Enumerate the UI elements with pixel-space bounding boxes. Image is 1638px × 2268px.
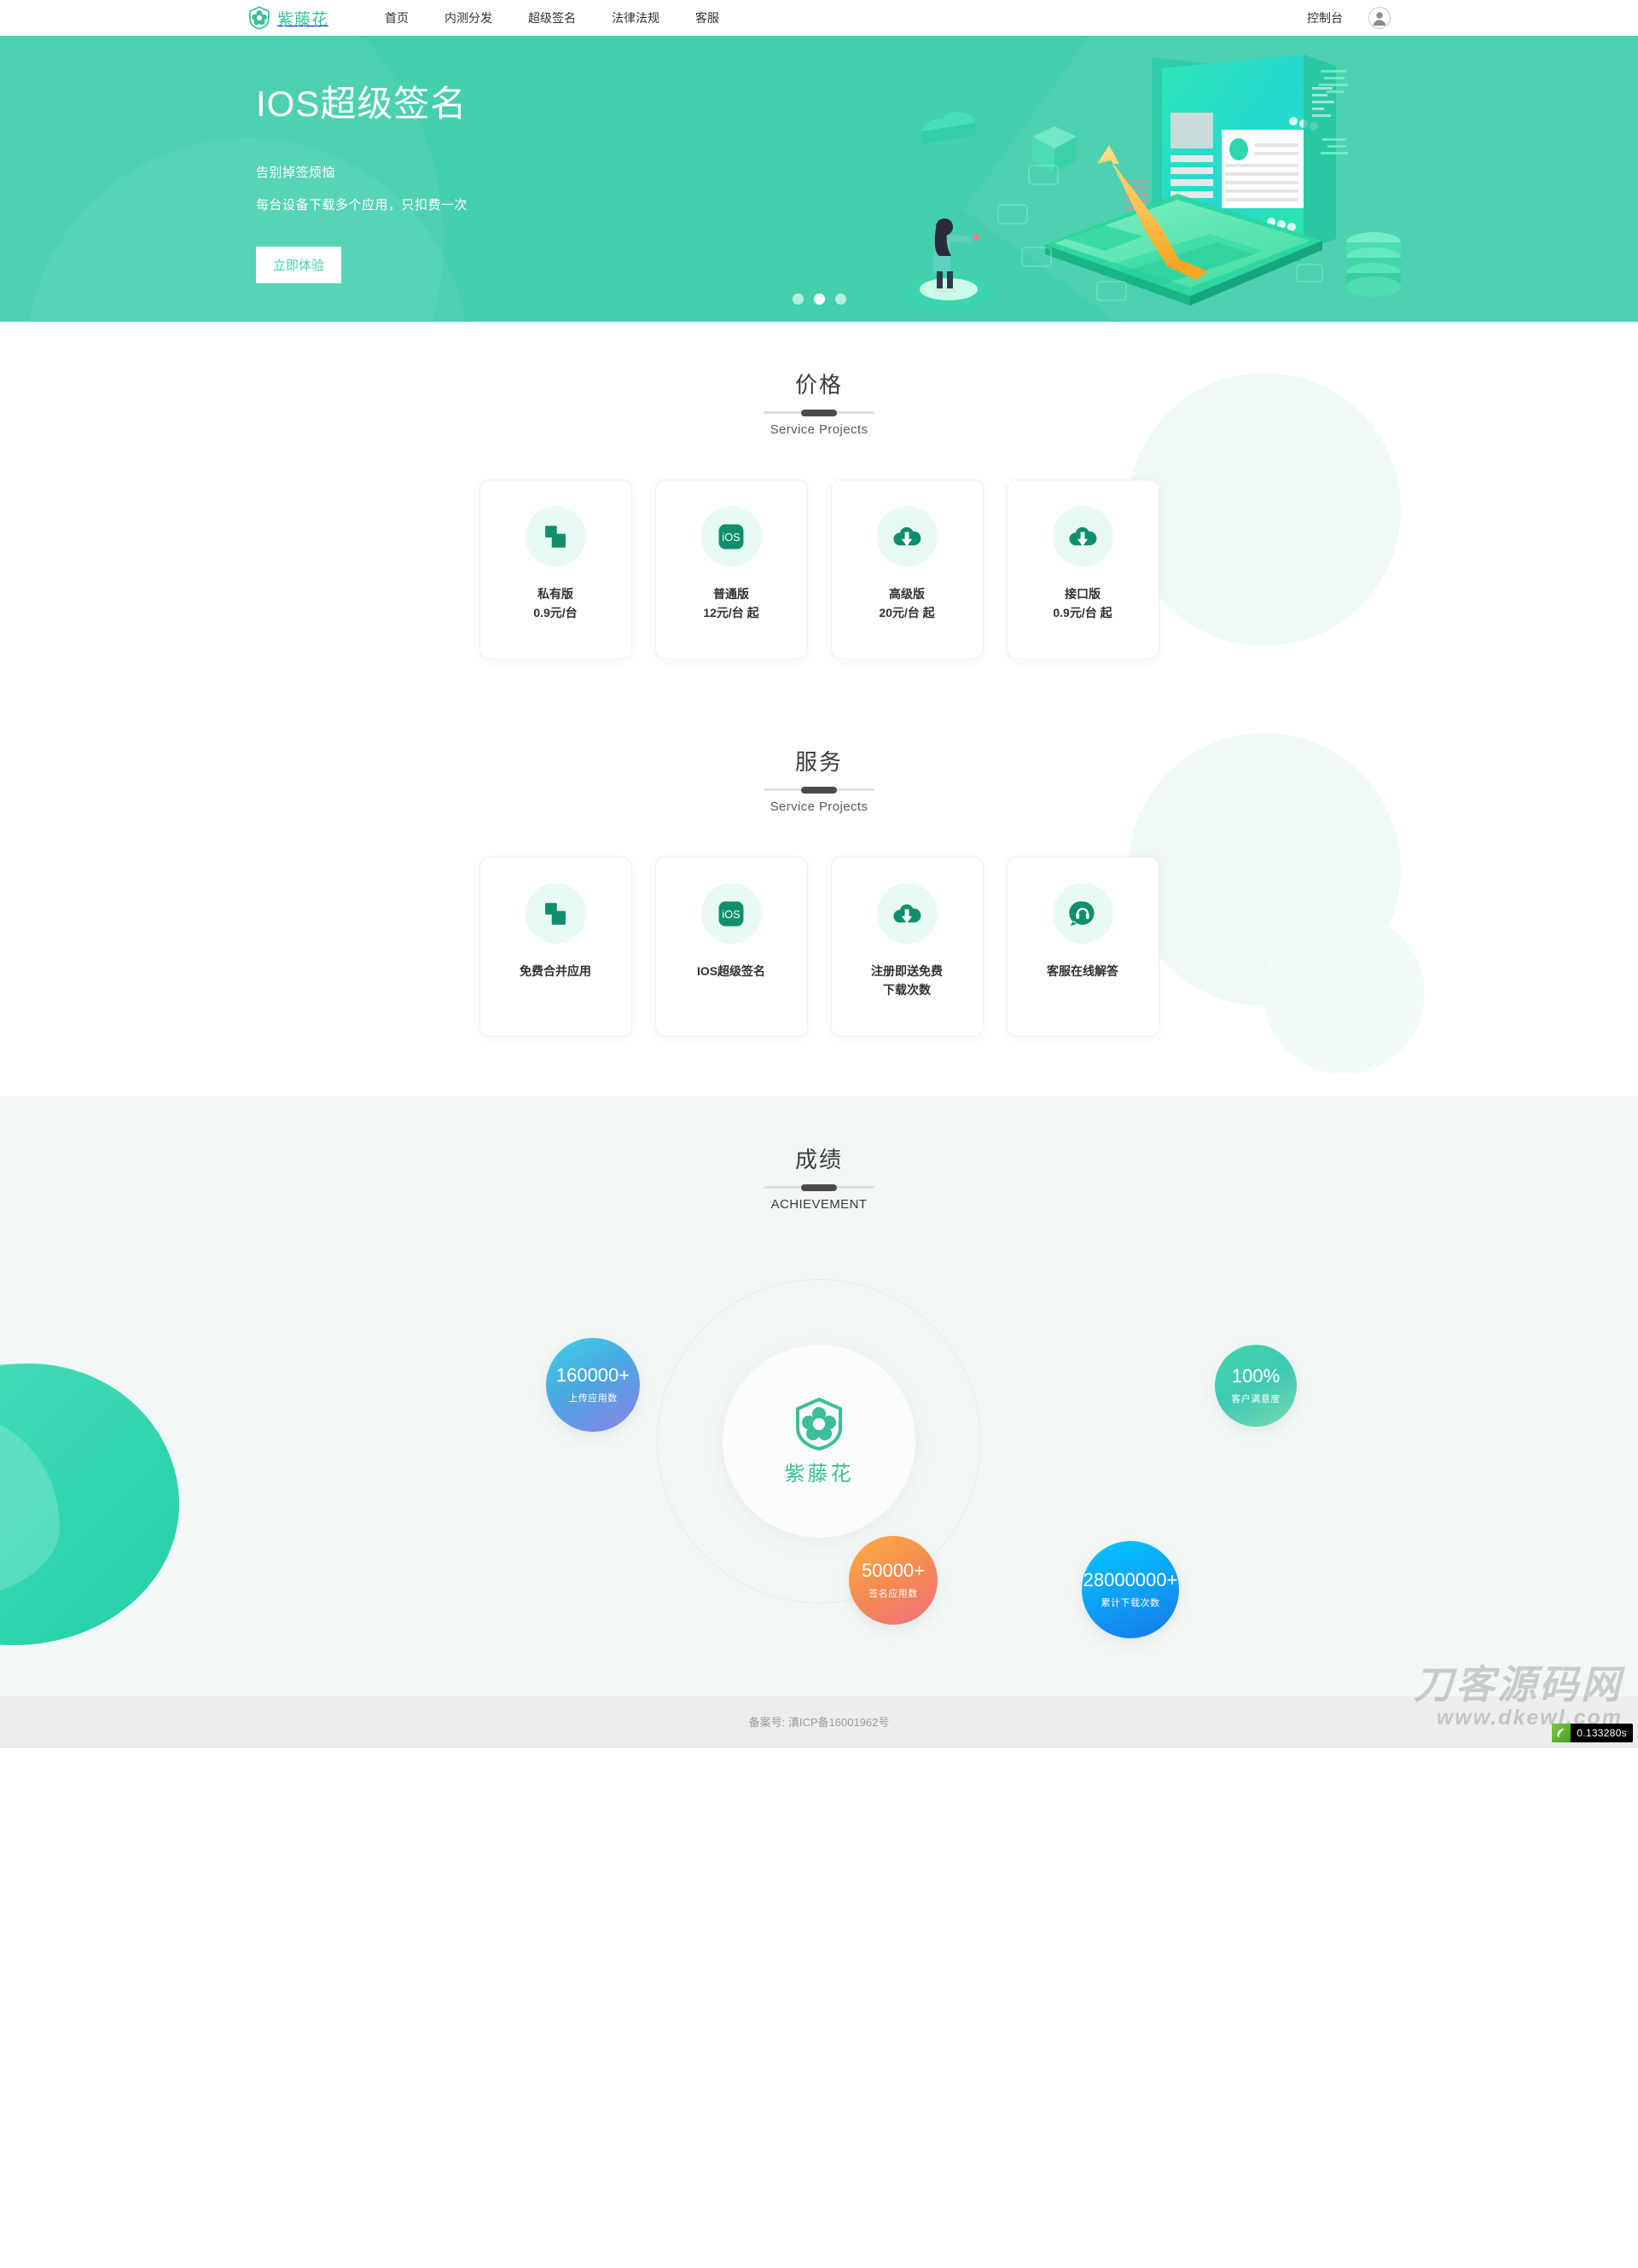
service-card-merge-apps-label: 免费合并应用	[520, 964, 591, 978]
main-nav: 首页 内测分发 超级签名 法律法规 客服	[367, 9, 737, 26]
pricing-card-api[interactable]: 接口版 0.9元/台 起	[1006, 480, 1159, 660]
pricing-card-row: 私有版 0.9元/台 iOS 普通版 12元/台 起 高级版 20元/台 起 接…	[247, 437, 1391, 660]
pricing-card-api-price: 0.9元/台 起	[1053, 605, 1112, 619]
nav-home[interactable]: 首页	[367, 9, 427, 26]
cloud-download-icon	[1052, 506, 1113, 567]
achievement-title: 成绩	[794, 1147, 843, 1172]
pricing-card-private-price: 0.9元/台	[533, 605, 578, 619]
services-title: 服务	[794, 749, 843, 775]
brand-name: 紫藤花	[277, 10, 329, 29]
stat-bubble-downloads: 28000000+ 累计下载次数	[1082, 1541, 1179, 1638]
hero-subtitle-2: 每台设备下载多个应用，只扣费一次	[256, 197, 468, 212]
svg-text:iOS: iOS	[722, 531, 740, 544]
pricing-card-advanced[interactable]: 高级版 20元/台 起	[830, 480, 984, 660]
headset-support-icon	[1052, 883, 1113, 944]
pricing-section: 价格 Service Projects 私有版 0.9元/台 iOS 普通版 1…	[0, 322, 1638, 699]
debug-render-time: 0.133280s	[1577, 1727, 1627, 1739]
user-avatar-icon	[1373, 12, 1386, 26]
pricing-title: 价格	[794, 372, 843, 398]
merge-squares-icon	[525, 883, 586, 944]
stat-bubble-uploads: 160000+ 上传应用数	[546, 1338, 640, 1432]
console-link[interactable]: 控制台	[1307, 9, 1343, 26]
pricing-subtitle: Service Projects	[770, 422, 868, 437]
flower-logo-icon	[792, 1397, 846, 1451]
carousel-dots	[0, 294, 1638, 305]
stat-bubble-signed-apps: 50000+ 签名应用数	[849, 1536, 938, 1625]
ios-badge-icon: iOS	[700, 506, 762, 567]
hero-banner: IOS超级签名 告别掉签烦恼 每台设备下载多个应用，只扣费一次 立即体验	[0, 36, 1638, 322]
stat-satisfaction-value: 100%	[1231, 1364, 1281, 1387]
service-card-online-support-label: 客服在线解答	[1047, 964, 1118, 978]
services-divider	[764, 788, 874, 791]
nav-support[interactable]: 客服	[677, 9, 737, 26]
isometric-devices-illustration	[896, 36, 1425, 322]
hero-subtitle-1: 告别掉签烦恼	[256, 165, 336, 180]
service-card-ios-signature[interactable]: iOS IOS超级签名	[654, 857, 808, 1037]
carousel-dot-2[interactable]	[813, 294, 825, 305]
site-header: 紫藤花 首页 内测分发 超级签名 法律法规 客服 控制台	[0, 0, 1638, 36]
stat-downloads-value: 28000000+	[1083, 1568, 1178, 1591]
service-card-merge-apps[interactable]: 免费合并应用	[479, 857, 632, 1037]
hero-title: IOS超级签名	[256, 83, 468, 124]
stat-signed-apps-value: 50000+	[861, 1559, 926, 1581]
carousel-dot-3[interactable]	[834, 294, 846, 305]
pricing-card-standard-price: 12元/台 起	[703, 605, 759, 619]
stat-signed-apps-label: 签名应用数	[868, 1588, 918, 1599]
debug-badge[interactable]: 0.133280s	[1552, 1724, 1633, 1742]
merge-squares-icon	[525, 506, 586, 567]
pricing-card-standard[interactable]: iOS 普通版 12元/台 起	[654, 480, 808, 660]
achievement-center-node: 紫藤花	[723, 1345, 915, 1538]
cloud-download-icon	[876, 883, 938, 944]
services-section: 服务 Service Projects 免费合并应用 iOS IOS超级签名 注…	[0, 699, 1638, 1096]
service-card-ios-signature-label: IOS超级签名	[696, 964, 766, 978]
stat-satisfaction-label: 客户满意度	[1231, 1393, 1281, 1404]
achievement-section: 成绩 ACHIEVEMENT 紫藤花 160000+ 上传应用数 100% 客户…	[0, 1096, 1638, 1696]
pricing-card-advanced-price: 20元/台 起	[879, 605, 935, 619]
page-bottom: 备案号: 滇ICP备16001962号 刀客源码网 www.dkewl.com …	[0, 1665, 1638, 1748]
stat-downloads-label: 累计下载次数	[1101, 1597, 1160, 1608]
flower-logo-icon	[247, 6, 271, 30]
achievement-divider	[764, 1186, 874, 1189]
avatar[interactable]	[1368, 7, 1391, 29]
pricing-card-private[interactable]: 私有版 0.9元/台	[479, 480, 632, 660]
pricing-divider	[764, 411, 874, 414]
nav-super-signature[interactable]: 超级签名	[510, 9, 594, 26]
nav-legal[interactable]: 法律法规	[594, 9, 677, 26]
carousel-dot-1[interactable]	[792, 294, 804, 305]
stat-bubble-satisfaction: 100% 客户满意度	[1215, 1345, 1297, 1427]
service-card-free-downloads-label-2: 下载次数	[883, 982, 931, 997]
achievement-subtitle: ACHIEVEMENT	[770, 1197, 868, 1212]
pricing-card-api-name: 接口版	[1065, 587, 1101, 601]
hero-cta-button[interactable]: 立即体验	[256, 246, 342, 283]
brand-logo-link[interactable]: 紫藤花	[247, 6, 328, 30]
stat-uploads-label: 上传应用数	[568, 1393, 618, 1404]
service-card-online-support[interactable]: 客服在线解答	[1006, 857, 1159, 1037]
icp-record: 备案号: 滇ICP备16001962号	[748, 1716, 890, 1729]
cloud-download-icon	[876, 506, 938, 567]
nav-beta-distribution[interactable]: 内测分发	[427, 9, 510, 26]
achievement-center-label: 紫藤花	[784, 1462, 854, 1486]
pricing-card-private-name: 私有版	[537, 587, 573, 601]
services-card-row: 免费合并应用 iOS IOS超级签名 注册即送免费 下载次数 客服在线解答	[247, 814, 1391, 1037]
ios-badge-icon: iOS	[700, 883, 762, 944]
pricing-card-advanced-name: 高级版	[888, 587, 925, 601]
service-card-free-downloads[interactable]: 注册即送免费 下载次数	[830, 857, 984, 1037]
achievement-orbit: 紫藤花 160000+ 上传应用数 100% 客户满意度 50000+ 签名应用…	[247, 1241, 1391, 1642]
thinkphp-leaf-icon	[1552, 1724, 1571, 1742]
services-subtitle: Service Projects	[770, 800, 868, 814]
stat-uploads-value: 160000+	[555, 1364, 630, 1386]
pricing-card-standard-name: 普通版	[712, 587, 749, 601]
service-card-free-downloads-label-1: 注册即送免费	[871, 964, 943, 978]
svg-text:iOS: iOS	[722, 908, 740, 921]
site-footer: 备案号: 滇ICP备16001962号	[0, 1696, 1638, 1748]
